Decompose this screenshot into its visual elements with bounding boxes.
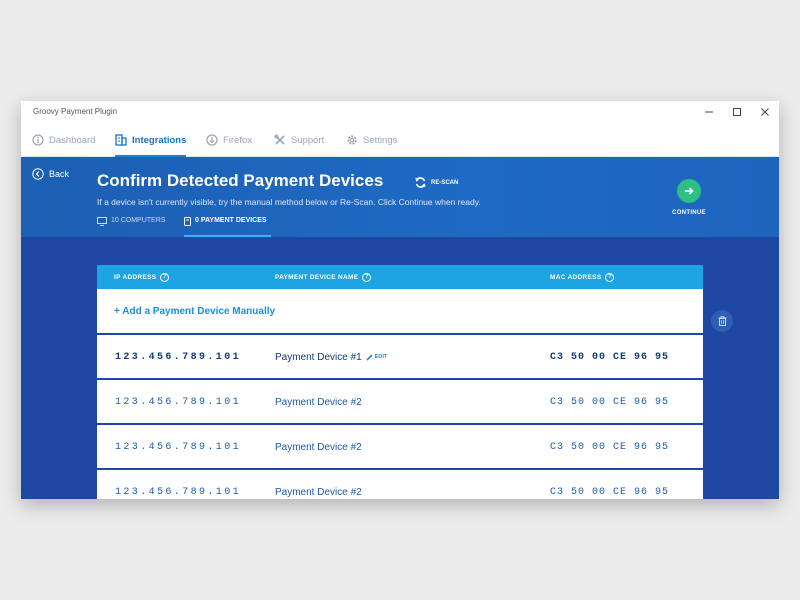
table-row[interactable]: 123.456.789.101 Payment Device #2 C3 50 … xyxy=(97,425,703,470)
table-row[interactable]: 123.456.789.101 Payment Device #2 C3 50 … xyxy=(97,470,703,499)
add-device-link[interactable]: + Add a Payment Device Manually xyxy=(114,306,275,317)
building-icon xyxy=(115,134,127,146)
help-icon[interactable]: ? xyxy=(160,272,170,282)
info-icon xyxy=(32,134,44,146)
continue-button[interactable]: CONTINUE xyxy=(666,179,712,216)
subtab-label: 10 COMPUTERS xyxy=(111,217,166,224)
delete-row-button[interactable] xyxy=(711,310,733,332)
card-reader-icon xyxy=(184,217,191,226)
column-header-name: PAYMENT DEVICE NAME ? xyxy=(275,265,372,289)
content-area: IP ADDRESS ? PAYMENT DEVICE NAME ? MAC A… xyxy=(21,237,779,499)
page-subtitle: If a device isn't currently visible, try… xyxy=(97,197,481,207)
edit-button[interactable]: EDIT xyxy=(366,354,388,361)
page-title: Confirm Detected Payment Devices xyxy=(97,171,384,190)
column-label: MAC ADDRESS xyxy=(550,273,602,281)
tab-dashboard[interactable]: Dashboard xyxy=(32,123,95,157)
subtab-label: 0 PAYMENT DEVICES xyxy=(195,217,267,224)
tab-label: Dashboard xyxy=(49,134,96,146)
rescan-button[interactable]: RE-SCAN xyxy=(414,176,458,189)
tab-settings[interactable]: Settings xyxy=(346,123,397,157)
main-nav: Dashboard Integrations Firefox Support S… xyxy=(21,123,779,157)
table-row[interactable]: 123.456.789.101 Payment Device #2 C3 50 … xyxy=(97,380,703,425)
mac-address: C3 50 00 CE 96 95 xyxy=(550,352,670,363)
tab-support[interactable]: Support xyxy=(274,123,324,157)
continue-label: CONTINUE xyxy=(672,210,706,216)
column-header-ip: IP ADDRESS ? xyxy=(114,265,170,289)
mac-address: C3 50 00 CE 96 95 xyxy=(550,487,670,498)
subtab-computers[interactable]: 10 COMPUTERS xyxy=(97,217,165,237)
device-name-text: Payment Device #1 xyxy=(275,352,362,363)
minimize-icon xyxy=(705,111,713,113)
tab-label: Integrations xyxy=(132,134,187,146)
tab-integrations[interactable]: Integrations xyxy=(115,123,187,157)
mac-address: C3 50 00 CE 96 95 xyxy=(550,397,670,408)
back-button[interactable]: Back xyxy=(32,168,69,180)
refresh-icon xyxy=(415,177,426,188)
help-icon[interactable]: ? xyxy=(605,272,615,282)
back-arrow-icon xyxy=(32,168,44,180)
ip-address: 123.456.789.101 xyxy=(115,397,242,408)
continue-circle xyxy=(677,179,701,203)
tab-label: Firefox xyxy=(223,134,253,146)
add-device-row: + Add a Payment Device Manually xyxy=(97,289,703,335)
column-label: PAYMENT DEVICE NAME xyxy=(275,273,359,281)
title-bar: Groovy Payment Plugin xyxy=(21,101,779,123)
table-header: IP ADDRESS ? PAYMENT DEVICE NAME ? MAC A… xyxy=(97,265,703,289)
column-label: IP ADDRESS xyxy=(114,273,157,281)
tools-icon xyxy=(274,134,285,145)
device-name: Payment Device #2 xyxy=(275,487,362,498)
minimize-button[interactable] xyxy=(695,101,723,123)
close-button[interactable] xyxy=(751,101,779,123)
help-icon[interactable]: ? xyxy=(362,272,372,282)
rescan-label: RE-SCAN xyxy=(431,179,459,186)
pencil-icon xyxy=(366,354,373,361)
monitor-icon xyxy=(97,217,107,226)
ip-address: 123.456.789.101 xyxy=(115,487,242,498)
download-icon xyxy=(206,134,218,146)
trash-icon xyxy=(718,316,726,326)
device-name: Payment Device #2 xyxy=(275,442,362,453)
window-title: Groovy Payment Plugin xyxy=(33,107,118,116)
back-label: Back xyxy=(49,169,70,179)
gear-icon xyxy=(347,135,357,145)
close-icon xyxy=(761,108,769,116)
table-row[interactable]: 123.456.789.101 Payment Device #1 EDIT C3… xyxy=(97,335,703,380)
ip-address: 123.456.789.101 xyxy=(115,352,242,363)
edit-label: EDIT xyxy=(374,354,388,361)
tab-label: Settings xyxy=(363,134,398,146)
mac-address: C3 50 00 CE 96 95 xyxy=(550,442,670,453)
device-name: Payment Device #2 xyxy=(275,397,362,408)
tab-label: Support xyxy=(291,134,325,146)
devices-table: IP ADDRESS ? PAYMENT DEVICE NAME ? MAC A… xyxy=(97,265,703,499)
tab-firefox[interactable]: Firefox xyxy=(206,123,252,157)
arrow-right-icon xyxy=(685,187,694,195)
maximize-icon xyxy=(733,108,741,116)
app-window: Groovy Payment Plugin Dashboard Integrat… xyxy=(21,101,779,499)
ip-address: 123.456.789.101 xyxy=(115,442,242,453)
page-header: Back Confirm Detected Payment Devices RE… xyxy=(21,157,779,237)
column-header-mac: MAC ADDRESS ? xyxy=(550,265,615,289)
device-name: Payment Device #1 EDIT xyxy=(275,352,387,363)
maximize-button[interactable] xyxy=(723,101,751,123)
subtab-payment-devices[interactable]: 0 PAYMENT DEVICES xyxy=(184,217,271,237)
